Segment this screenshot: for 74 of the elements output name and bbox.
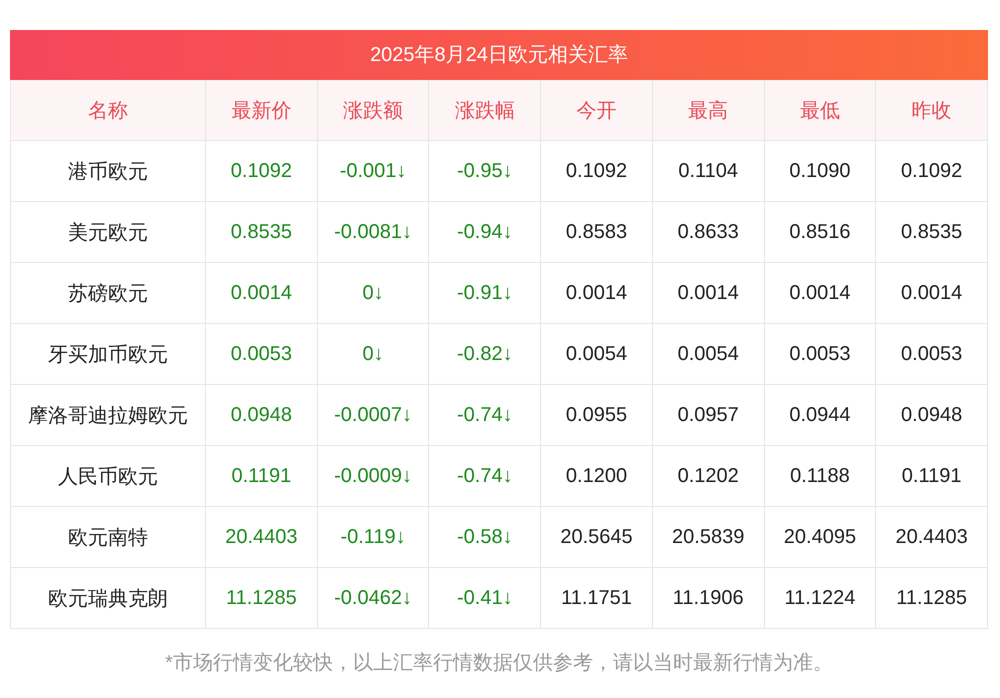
table-cell: 0.0054 — [652, 324, 765, 385]
table-cell: 0.0957 — [652, 385, 765, 446]
table-cell: -0.95↓ — [429, 141, 542, 202]
table-cell: -0.0462↓ — [318, 568, 430, 629]
table-cell: -0.74↓ — [429, 446, 542, 507]
table-cell: 0.0014 — [876, 263, 988, 324]
table-cell: 0.1092 — [876, 141, 988, 202]
table-cell: 欧元南特 — [11, 507, 206, 568]
table-cell: 0↓ — [318, 324, 430, 385]
table-cell: 牙买加币欧元 — [11, 324, 206, 385]
table-cell: 摩洛哥迪拉姆欧元 — [11, 385, 206, 446]
table-cell: 0.0053 — [876, 324, 988, 385]
column-header: 最低 — [764, 80, 876, 141]
column-header: 涨跌额 — [318, 80, 430, 141]
column-header: 最新价 — [206, 80, 318, 141]
table-cell: 20.4095 — [764, 507, 876, 568]
table-cell: 0.8535 — [206, 202, 318, 263]
table-cell: 0.0948 — [876, 385, 988, 446]
table-cell: 20.4403 — [876, 507, 988, 568]
table-cell: -0.001↓ — [318, 141, 430, 202]
table-cell: -0.41↓ — [429, 568, 542, 629]
table-cell: 20.5839 — [652, 507, 765, 568]
table-cell: 0.1092 — [541, 141, 653, 202]
table-cell: 0.0014 — [541, 263, 653, 324]
table-cell: 0.0053 — [764, 324, 876, 385]
table-cell: -0.91↓ — [429, 263, 542, 324]
table-cell: -0.0081↓ — [318, 202, 430, 263]
column-header: 昨收 — [876, 80, 988, 141]
table-cell: 0.0014 — [652, 263, 765, 324]
table-cell: 11.1751 — [541, 568, 653, 629]
table-cell: 苏磅欧元 — [11, 263, 206, 324]
column-header: 今开 — [541, 80, 653, 141]
table-cell: 0.1092 — [206, 141, 318, 202]
table-cell: -0.74↓ — [429, 385, 542, 446]
table-cell: 11.1285 — [876, 568, 988, 629]
table-cell: 20.4403 — [206, 507, 318, 568]
table-cell: 欧元瑞典克朗 — [11, 568, 206, 629]
column-header: 最高 — [652, 80, 765, 141]
table-cell: 0.8633 — [652, 202, 765, 263]
table-cell: 0.0955 — [541, 385, 653, 446]
table-cell: 0.1191 — [206, 446, 318, 507]
table-cell: 0.0053 — [206, 324, 318, 385]
table-cell: -0.119↓ — [318, 507, 430, 568]
column-header: 涨跌幅 — [429, 80, 542, 141]
table-cell: 0.1200 — [541, 446, 653, 507]
table-cell: 11.1906 — [652, 568, 765, 629]
table-cell: 港币欧元 — [11, 141, 206, 202]
table-cell: 0.1188 — [764, 446, 876, 507]
table-cell: 0.0014 — [206, 263, 318, 324]
table-cell: 0.0944 — [764, 385, 876, 446]
table-cell: 11.1285 — [206, 568, 318, 629]
table-cell: 人民币欧元 — [11, 446, 206, 507]
table-cell: 0.1202 — [652, 446, 765, 507]
table-cell: -0.58↓ — [429, 507, 542, 568]
table-cell: -0.94↓ — [429, 202, 542, 263]
disclaimer-note: *市场行情变化较快，以上汇率行情数据仅供参考，请以当时最新行情为准。 — [164, 651, 834, 676]
table-cell: 0.8583 — [541, 202, 653, 263]
table-cell: 0.1104 — [652, 141, 765, 202]
table-cell: -0.0007↓ — [318, 385, 430, 446]
table-cell: 0.1090 — [764, 141, 876, 202]
table-cell: 0.0054 — [541, 324, 653, 385]
table-cell: 0↓ — [318, 263, 430, 324]
table-cell: -0.82↓ — [429, 324, 542, 385]
table-cell: 0.0014 — [764, 263, 876, 324]
table-cell: 0.1191 — [876, 446, 988, 507]
table-cell: 0.8535 — [876, 202, 988, 263]
table-cell: 0.0948 — [206, 385, 318, 446]
column-header: 名称 — [11, 80, 206, 141]
table-cell: -0.0009↓ — [318, 446, 430, 507]
table-title: 2025年8月24日欧元相关汇率 — [10, 30, 988, 80]
table-cell: 0.8516 — [764, 202, 876, 263]
table-cell: 20.5645 — [541, 507, 653, 568]
table-cell: 11.1224 — [764, 568, 876, 629]
table-cell: 美元欧元 — [11, 202, 206, 263]
